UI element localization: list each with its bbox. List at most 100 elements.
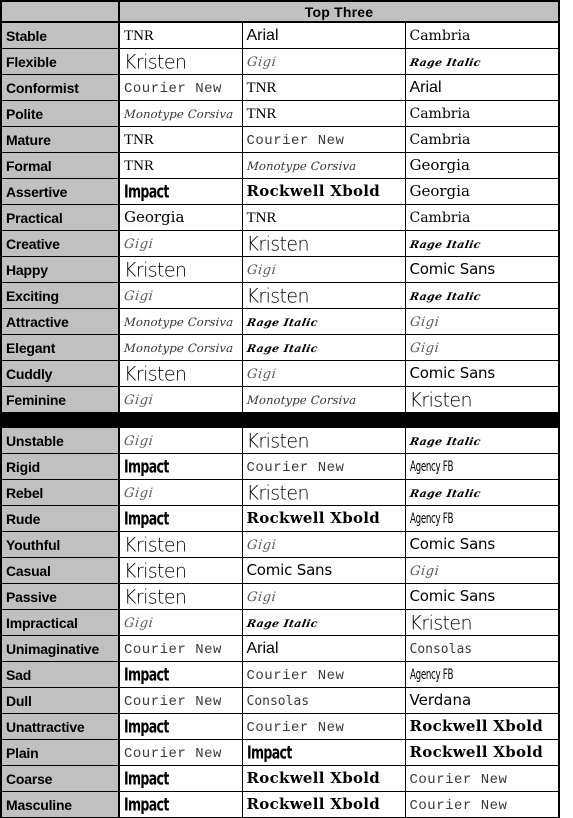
font-sample-text: Impact: [124, 180, 169, 203]
font-sample-text: Gigi: [245, 262, 277, 278]
font-sample-text: Rockwell Xbold: [409, 717, 544, 735]
font-sample-text: Agency FB: [409, 510, 453, 527]
font-sample-cell-2: Rage Italic: [241, 334, 406, 361]
font-sample-text: Rage Italic: [408, 486, 482, 500]
font-sample-cell-3: Rage Italic: [404, 479, 560, 506]
font-sample-cell-1: Kristen: [118, 583, 243, 610]
font-sample-cell-3: Gigi: [404, 334, 560, 361]
trait-label-cell: Dull: [0, 687, 120, 714]
font-sample-text: Courier New: [409, 797, 508, 814]
font-sample-cell-1: TNR: [118, 21, 243, 49]
font-sample-cell-1: Impact: [118, 713, 243, 740]
font-sample-text: Kristen: [124, 361, 187, 386]
font-sample-cell-3: Verdana: [404, 687, 560, 714]
font-sample-text: TNR: [124, 157, 154, 174]
font-sample-text: TNR: [124, 27, 154, 44]
font-sample-cell-3: Agency FB: [404, 453, 560, 480]
font-sample-text: Courier New: [124, 693, 222, 710]
font-sample-text: Rockwell Xbold: [246, 795, 381, 813]
table-row: Polite Monotype Corsiva TNR Cambria: [0, 100, 560, 127]
trait-label-cell: Conformist: [0, 74, 120, 101]
font-sample-text: Verdana: [409, 691, 472, 709]
font-sample-cell-2: TNR: [241, 100, 406, 127]
trait-label-cell: Rebel: [0, 479, 120, 506]
font-sample-cell-1: TNR: [118, 126, 243, 153]
font-sample-text: TNR: [246, 105, 277, 122]
font-sample-text: Monotype Corsiva: [246, 392, 357, 407]
font-sample-cell-1: Impact: [118, 453, 243, 480]
font-sample-cell-1: Georgia: [118, 204, 243, 231]
trait-label-cell: Formal: [0, 152, 120, 179]
font-sample-text: Rockwell Xbold: [246, 182, 381, 200]
font-sample-cell-1: Gigi: [118, 230, 243, 257]
table-row: Feminine Gigi Monotype Corsiva Kristen: [0, 386, 560, 413]
trait-label-cell: Feminine: [0, 386, 120, 413]
font-sample-cell-3: Gigi: [404, 308, 560, 335]
font-sample-text: Impact: [246, 741, 292, 764]
font-sample-text: Courier New: [124, 745, 222, 762]
trait-label-cell: Rigid: [0, 453, 120, 480]
table-row: Attractive Monotype Corsiva Rage Italic Gig…: [0, 308, 560, 335]
font-sample-cell-3: Rage Italic: [404, 282, 560, 309]
header-title-top-three: Top Three: [118, 0, 560, 23]
table-row: Unstable Gigi Kristen Rage Italic: [0, 427, 560, 454]
trait-label-cell: Masculine: [0, 791, 120, 818]
font-sample-text: Gigi: [408, 340, 440, 356]
trait-label-cell: Unimaginative: [0, 635, 120, 662]
trait-label-cell: Elegant: [0, 334, 120, 361]
font-sample-cell-1: Kristen: [118, 256, 243, 283]
trait-label-cell: Polite: [0, 100, 120, 127]
font-sample-cell-2: Rage Italic: [241, 609, 406, 636]
trait-label-cell: Sad: [0, 661, 120, 688]
table-row: Assertive Impact Rockwell Xbold Georgia: [0, 178, 560, 205]
separator-cell: [1, 412, 560, 428]
table-row: Impractical Gigi Rage Italic Kristen: [0, 609, 560, 636]
table-row: Sad Impact Courier New Agency FB: [0, 661, 560, 688]
font-sample-cell-1: Kristen: [118, 531, 243, 558]
font-sample-cell-3: Gigi: [404, 557, 560, 584]
font-sample-text: Monotype Corsiva: [123, 314, 234, 329]
font-sample-cell-1: Impact: [118, 765, 243, 792]
font-sample-cell-3: Cambria: [404, 21, 560, 49]
table-row: Conformist Courier New TNR Arial: [0, 74, 560, 101]
font-sample-text: Cambria: [409, 209, 471, 226]
font-sample-text: Rockwell Xbold: [246, 769, 381, 787]
font-sample-cell-1: Courier New: [118, 635, 243, 662]
table-row: Casual Kristen Comic Sans Gigi: [0, 557, 560, 584]
font-personality-table: Top Three Stable TNR Arial Cambria Flexible K…: [0, 0, 561, 818]
font-sample-text: Kristen: [124, 558, 187, 583]
font-sample-text: Rage Italic: [408, 55, 482, 69]
font-sample-cell-3: Comic Sans: [404, 583, 560, 610]
font-sample-cell-3: Courier New: [404, 765, 560, 792]
font-sample-text: Cambria: [409, 105, 471, 122]
font-sample-cell-1: Kristen: [118, 48, 243, 75]
font-sample-text: Agency FB: [409, 666, 453, 683]
font-sample-cell-1: Impact: [118, 791, 243, 818]
font-sample-cell-2: Courier New: [241, 453, 406, 480]
font-sample-text: Kristen: [409, 387, 473, 412]
trait-label-cell: Unstable: [0, 427, 120, 454]
trait-label-cell: Cuddly: [0, 360, 120, 387]
font-sample-text: Gigi: [123, 392, 155, 408]
font-sample-cell-3: Agency FB: [404, 505, 560, 532]
font-sample-cell-1: Gigi: [118, 609, 243, 636]
table-row: Youthful Kristen Gigi Comic Sans: [0, 531, 560, 558]
font-sample-cell-2: Consolas: [241, 687, 406, 714]
font-sample-text: Kristen: [409, 610, 473, 635]
trait-label-cell: Plain: [0, 739, 120, 766]
font-sample-text: Cambria: [409, 131, 471, 148]
font-sample-cell-1: Kristen: [118, 360, 243, 387]
font-sample-text: Gigi: [245, 54, 277, 70]
table-row: Dull Courier New Consolas Verdana: [0, 687, 560, 714]
table-row: Masculine Impact Rockwell Xbold Courier New: [0, 791, 560, 818]
font-sample-text: Gigi: [123, 433, 155, 449]
font-sample-cell-3: Georgia: [404, 178, 560, 205]
font-sample-cell-1: Monotype Corsiva: [118, 100, 243, 127]
table-row: Plain Courier New Impact Rockwell Xbold: [0, 739, 560, 766]
font-sample-text: Georgia: [409, 156, 470, 174]
font-sample-cell-3: Consolas: [404, 635, 560, 662]
font-sample-cell-3: Rage Italic: [404, 230, 560, 257]
font-sample-cell-2: Kristen: [241, 230, 406, 257]
font-sample-text: Rage Italic: [408, 434, 482, 448]
font-sample-text: Gigi: [123, 615, 155, 631]
